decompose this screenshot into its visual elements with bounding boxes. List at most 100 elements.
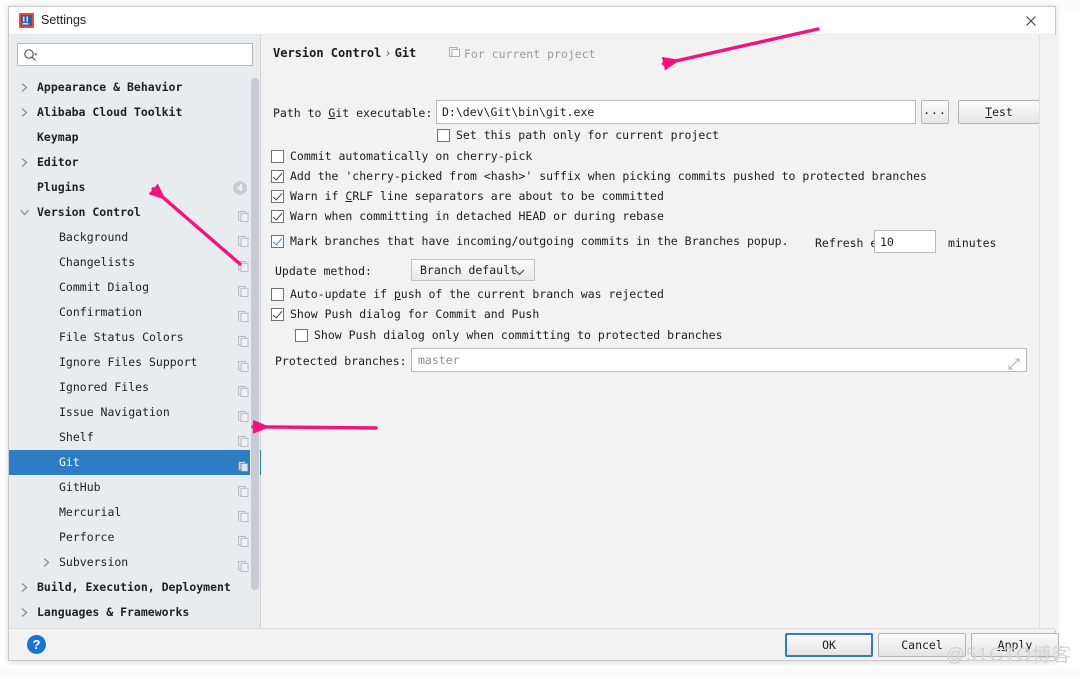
show-push-protected-checkbox[interactable] [295, 329, 308, 342]
project-scope-label: For current project [464, 47, 596, 61]
breadcrumb-current: Git [394, 46, 417, 60]
project-scope-icon [449, 47, 460, 61]
tree-twisty-collapsed-icon[interactable] [17, 100, 31, 125]
copy-settings-icon[interactable] [238, 532, 249, 547]
git-option-checkbox-row[interactable]: Warn if CRLF line separators are about t… [271, 189, 664, 204]
git-option-checkbox[interactable] [271, 190, 284, 203]
sidebar-item-file-status-colors[interactable]: File Status Colors [9, 325, 261, 350]
sidebar-item-editor[interactable]: Editor [9, 150, 261, 175]
sidebar-item-ignored-files[interactable]: Ignored Files [9, 375, 261, 400]
protected-branches-input[interactable]: master [411, 348, 1027, 372]
git-executable-path-input[interactable] [436, 100, 916, 124]
update-method-select[interactable]: Branch default [411, 259, 535, 281]
copy-settings-icon[interactable] [238, 432, 249, 447]
help-icon[interactable]: ? [27, 635, 46, 654]
sidebar-item-subversion[interactable]: Subversion [9, 550, 261, 575]
sidebar-item-shelf[interactable]: Shelf [9, 425, 261, 450]
copy-settings-icon[interactable] [238, 407, 249, 422]
git-option-checkbox-row[interactable]: Warn when committing in detached HEAD or… [271, 209, 664, 224]
copy-settings-icon[interactable] [238, 207, 249, 222]
test-git-button[interactable]: Test [958, 100, 1040, 124]
tree-twisty-collapsed-icon[interactable] [17, 575, 31, 600]
browse-path-button[interactable]: ... [921, 100, 949, 124]
sidebar-item-label: Appearance & Behavior [37, 80, 183, 94]
sidebar-item-perforce[interactable]: Perforce [9, 525, 261, 550]
sidebar-item-label: Alibaba Cloud Toolkit [37, 105, 183, 119]
sidebar-scrollbar-track[interactable] [250, 75, 260, 630]
show-push-dialog-checkbox[interactable] [271, 308, 284, 321]
sidebar-item-background[interactable]: Background [9, 225, 261, 250]
copy-settings-icon[interactable] [238, 232, 249, 247]
tree-twisty-collapsed-icon[interactable] [17, 600, 31, 625]
git-option-checkbox[interactable] [271, 150, 284, 163]
show-push-protected-label: Show Push dialog only when committing to… [314, 328, 723, 342]
sidebar-item-languages-frameworks[interactable]: Languages & Frameworks [9, 600, 261, 625]
search-input[interactable] [42, 44, 250, 65]
show-push-dialog-checkbox-row[interactable]: Show Push dialog for Commit and Push [271, 307, 539, 322]
refresh-interval-input[interactable] [874, 230, 936, 253]
tree-twisty-collapsed-icon[interactable] [17, 75, 31, 100]
mark-branches-label: Mark branches that have incoming/outgoin… [290, 234, 789, 248]
settings-tree[interactable]: Appearance & Behavior Alibaba Cloud Toolk… [9, 75, 261, 630]
sidebar-item-label: Keymap [37, 130, 79, 144]
sidebar-item-keymap[interactable]: Keymap [9, 125, 261, 150]
git-option-checkbox-row[interactable]: Add the 'cherry-picked from <hash>' suff… [271, 169, 927, 184]
copy-settings-icon[interactable] [238, 557, 249, 572]
sidebar-item-issue-navigation[interactable]: Issue Navigation [9, 400, 261, 425]
copy-settings-icon[interactable] [238, 257, 249, 272]
sidebar-item-plugins[interactable]: Plugins 4 [9, 175, 261, 200]
ok-button[interactable]: OK [785, 633, 873, 657]
copy-settings-icon[interactable] [238, 382, 249, 397]
git-option-checkbox-row[interactable]: Commit automatically on cherry-pick [271, 149, 532, 164]
test-label-rest: est [992, 105, 1013, 119]
dialog-title: Settings [41, 13, 87, 27]
auto-update-text: Auto-update if push of the current branc… [290, 287, 664, 301]
content-right-gutter [1039, 35, 1057, 630]
set-path-only-checkbox[interactable] [437, 129, 450, 142]
sidebar-item-confirmation[interactable]: Confirmation [9, 300, 261, 325]
search-box[interactable] [17, 43, 253, 66]
mark-branches-checkbox[interactable] [271, 235, 284, 248]
mark-branches-checkbox-row[interactable]: Mark branches that have incoming/outgoin… [271, 234, 789, 249]
sidebar-item-build-execution-deployment[interactable]: Build, Execution, Deployment [9, 575, 261, 600]
git-option-checkbox[interactable] [271, 210, 284, 223]
copy-settings-icon[interactable] [238, 357, 249, 372]
tree-twisty-collapsed-icon[interactable] [17, 150, 31, 175]
show-push-protected-checkbox-row[interactable]: Show Push dialog only when committing to… [295, 328, 723, 343]
breadcrumb-parent[interactable]: Version Control [273, 46, 381, 60]
set-path-only-checkbox-row[interactable]: Set this path only for current project [437, 128, 719, 143]
sidebar-item-git[interactable]: Git [9, 450, 261, 475]
sidebar-item-label: Subversion [59, 555, 129, 569]
sidebar-item-version-control[interactable]: Version Control [9, 200, 261, 225]
project-scope-note: For current project [449, 47, 596, 61]
copy-settings-icon[interactable] [238, 332, 249, 347]
sidebar-item-github[interactable]: GitHub [9, 475, 261, 500]
copy-settings-icon[interactable] [238, 282, 249, 297]
copy-settings-icon[interactable] [238, 457, 249, 472]
git-option-label: Commit automatically on cherry-pick [290, 149, 533, 163]
copy-settings-icon[interactable] [238, 507, 249, 522]
auto-update-checkbox-row[interactable]: Auto-update if push of the current branc… [271, 287, 664, 302]
sidebar-item-commit-dialog[interactable]: Commit Dialog [9, 275, 261, 300]
tree-twisty-collapsed-icon[interactable] [39, 550, 53, 575]
copy-settings-icon[interactable] [238, 307, 249, 322]
git-option-checkbox[interactable] [271, 170, 284, 183]
close-icon[interactable] [1009, 7, 1053, 35]
expand-editor-icon[interactable] [1008, 355, 1020, 370]
sidebar-item-mercurial[interactable]: Mercurial [9, 500, 261, 525]
sidebar-scrollbar-thumb[interactable] [251, 78, 259, 590]
sidebar-item-changelists[interactable]: Changelists [9, 250, 261, 275]
sidebar-item-appearance-behavior[interactable]: Appearance & Behavior [9, 75, 261, 100]
auto-update-checkbox[interactable] [271, 288, 284, 301]
sidebar-item-label: Languages & Frameworks [37, 605, 190, 619]
sidebar-item-alibaba-cloud-toolkit[interactable]: Alibaba Cloud Toolkit [9, 100, 261, 125]
tree-twisty-expanded-icon[interactable] [17, 200, 31, 225]
sidebar-item-ignore-files-support[interactable]: Ignore Files Support [9, 350, 261, 375]
copy-settings-icon[interactable] [238, 482, 249, 497]
